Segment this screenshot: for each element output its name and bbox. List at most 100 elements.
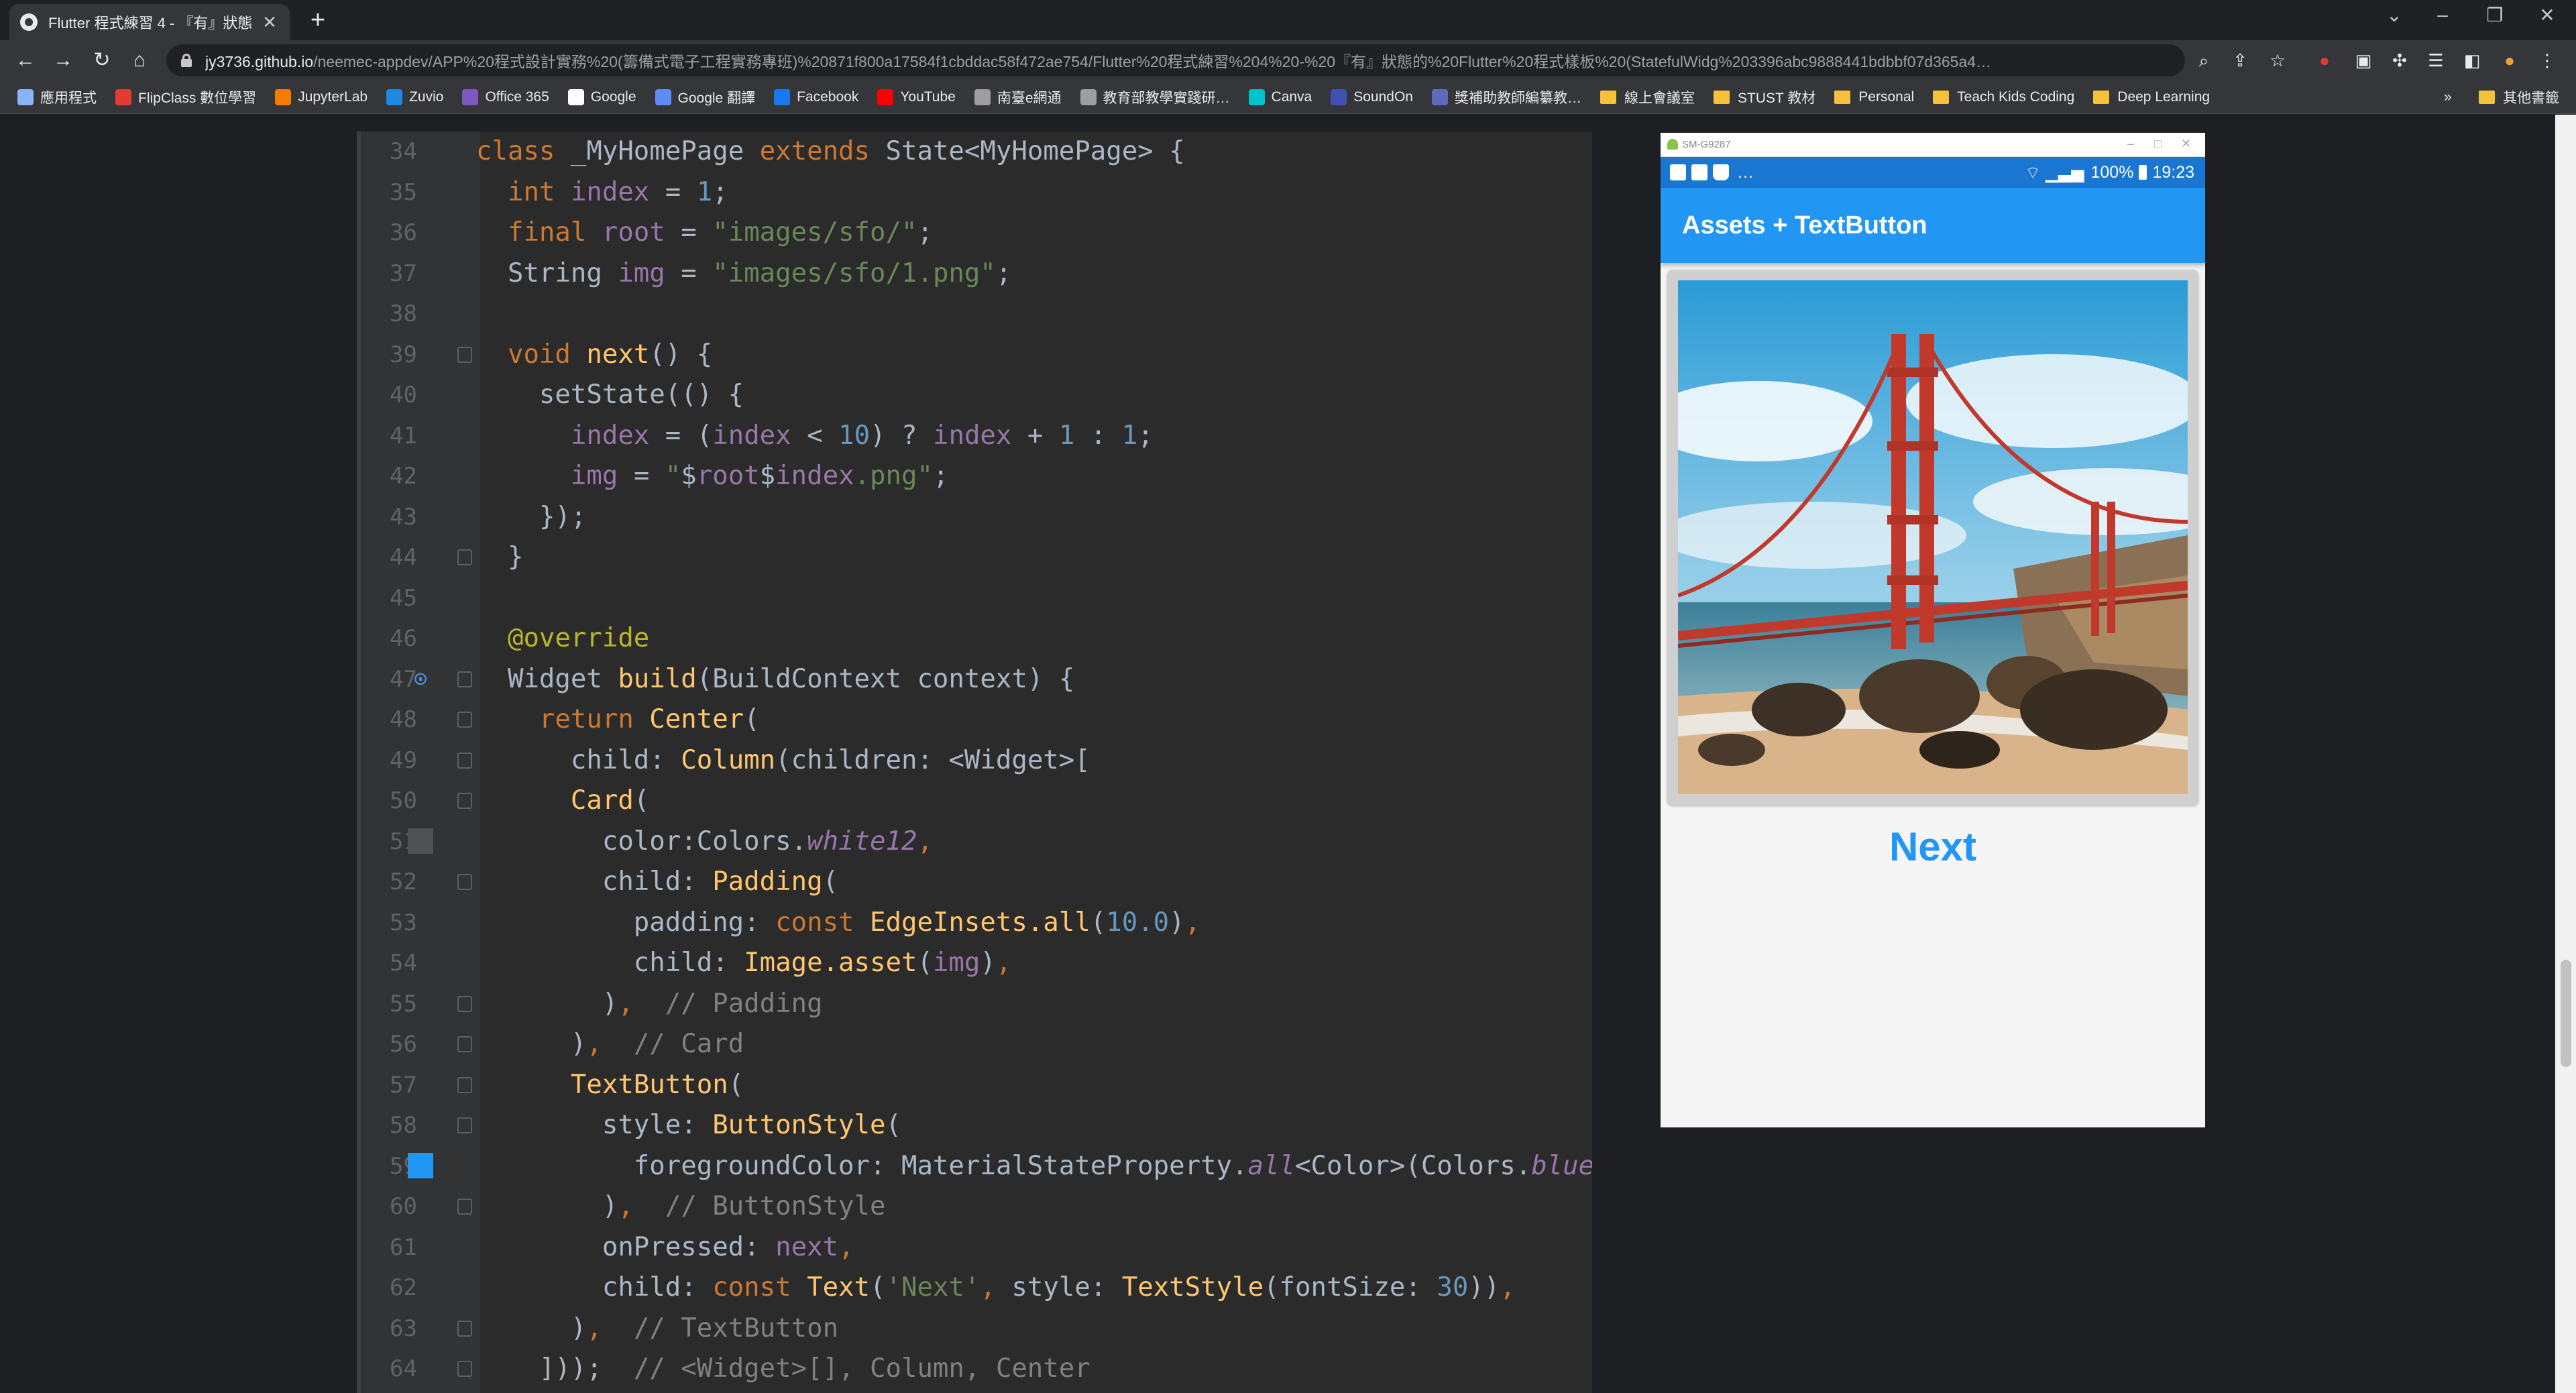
bookmark-favicon-icon [655,89,671,105]
bookmark-favicon-icon [774,89,791,105]
browser-tab[interactable]: Flutter 程式練習 4 - 『有』狀態… ✕ [9,4,290,40]
forward-icon[interactable]: → [50,47,76,74]
menu-kebab-icon[interactable]: ⋮ [2535,48,2559,72]
battery-icon [2139,165,2147,180]
bookmark-folder[interactable]: Deep Learning [2093,89,2210,105]
share-icon[interactable]: ⇪ [2228,48,2252,72]
bookmark-favicon-icon [1331,89,1347,105]
bookmark-favicon-icon [567,89,584,105]
reload-icon[interactable]: ↻ [89,47,115,74]
other-bookmarks-folder[interactable]: 其他書籤 [2479,80,2559,114]
address-bar[interactable]: jy3736.github.io/neemec-appdev/APP%20程式設… [166,44,2185,76]
code-line: 44 } [357,537,1592,577]
bookmark-item[interactable]: YouTube [877,89,956,105]
code-line: 40 setState(() { [357,375,1592,415]
bookmark-folder[interactable]: 線上會議室 [1600,87,1695,107]
folder-icon [1834,90,1851,104]
code-line: 59 foregroundColor: MaterialStatePropert… [357,1146,1592,1186]
folder-icon [1600,90,1616,104]
code-line: 50 Card( [357,781,1592,821]
bookmark-item[interactable]: 南臺e網通 [974,87,1062,107]
lock-icon[interactable] [181,54,192,67]
fold-marker-icon [457,671,472,687]
bookmark-item[interactable]: Canva [1248,89,1312,105]
bookmarks-bar: 應用程式 FlipClass 數位學習 JupyterLab Zuvio Office … [0,80,2576,114]
emulator-minimize-icon[interactable]: – [2127,137,2134,151]
back-icon[interactable]: ← [12,47,39,74]
profile-avatar-icon[interactable]: ● [2498,48,2522,72]
bookmark-item[interactable]: Zuvio [386,89,443,105]
bookmark-item[interactable]: FlipClass 數位學習 [115,87,256,107]
code-text: TextButton( [570,1069,744,1100]
line-number: 44 [390,544,417,571]
bookmark-item[interactable]: 應用程式 [17,87,97,107]
code-text: child: Padding( [476,867,839,897]
android-icon [1667,139,1678,150]
code-text: color:Colors.white12, [476,826,933,856]
home-icon[interactable]: ⌂ [126,47,153,74]
bookmark-folder[interactable]: Personal [1834,89,1914,105]
line-number: 64 [390,1355,417,1382]
code-line: 54 child: Image.asset(img), [357,943,1592,983]
extension-square-icon[interactable]: ▣ [2351,48,2375,72]
next-button[interactable]: Next [1852,810,2013,884]
bookmarks-more-button[interactable]: » [2444,80,2452,114]
code-text: ), // Card [476,1029,744,1059]
bookmark-item[interactable]: Google [567,89,636,105]
tab-search-icon[interactable]: ⌄ [2374,4,2414,26]
app-bar: Assets + TextButton [1661,188,2205,263]
other-bookmarks-label: 其他書籤 [2503,91,2559,106]
bookmark-item[interactable]: JupyterLab [275,89,368,105]
bookmark-folder[interactable]: Teach Kids Coding [1933,89,2074,105]
code-line: 60 ), // ButtonStyle [357,1186,1592,1227]
close-tab-icon[interactable]: ✕ [260,12,279,33]
code-line: 41 index = (index < 10) ? index + 1 : 1; [357,416,1592,456]
reading-list-icon[interactable]: ☰ [2424,48,2448,72]
emulator-maximize-icon[interactable]: □ [2154,137,2162,151]
bookmark-star-icon[interactable]: ☆ [2265,48,2290,72]
phone-emulator: SM-G9287 – □ ✕ … ⌔ ▁▃▅ 100% 19:23 Assets… [1661,133,2205,1127]
code-text: return Center( [539,704,760,734]
bookmark-label: Google [590,89,636,105]
bookmark-item[interactable]: 獎補助教師編纂教… [1431,87,1581,107]
code-text: img = "$root$index.png"; [570,461,949,491]
bookmark-label: Office 365 [485,89,549,105]
url-text: jy3736.github.io/neemec-appdev/APP%20程式設… [205,53,1992,70]
minimize-icon[interactable]: – [2422,4,2463,25]
emulator-title-bar: SM-G9287 – □ ✕ [1661,133,2205,157]
fold-marker-icon [457,793,472,809]
code-line: 52 child: Padding( [357,862,1592,902]
scrollbar-thumb[interactable] [2561,960,2571,1067]
bookmark-folder-label: Teach Kids Coding [1957,89,2075,105]
bookmark-item[interactable]: Facebook [774,89,858,105]
emulator-close-icon[interactable]: ✕ [2181,137,2191,151]
bookmark-item[interactable]: Office 365 [462,89,549,105]
bookmark-item[interactable]: SoundOn [1331,89,1413,105]
side-panel-icon[interactable]: ◧ [2460,48,2484,72]
line-number: 45 [390,584,417,612]
line-number: 39 [390,341,417,368]
notification-icon [1670,164,1686,180]
code-line: 35 int index = 1; [357,172,1592,213]
zoom-icon[interactable]: ⌕ [2192,48,2216,72]
code-text: index = (index < 10) ? index + 1 : 1; [570,420,1154,451]
code-line: 34 class _MyHomePage extends State<MyHome… [357,131,1592,172]
code-text: } [476,542,524,572]
bookmark-favicon-icon [17,89,34,105]
bookmark-item[interactable]: 教育部教學實踐研… [1080,87,1230,107]
line-number: 38 [390,300,417,327]
new-tab-button[interactable]: + [303,7,333,36]
restore-icon[interactable]: ❐ [2475,4,2515,26]
ublock-extension-icon[interactable]: ● [2312,48,2337,72]
bookmark-item[interactable]: Google 翻譯 [655,87,755,107]
close-window-icon[interactable]: ✕ [2527,4,2567,26]
page-scrollbar[interactable] [2555,115,2576,1393]
bookmark-label: Zuvio [409,89,444,105]
extensions-puzzle-icon[interactable]: ✣ [2388,48,2412,72]
line-number: 56 [390,1031,417,1058]
bookmark-folder[interactable]: STUST 教材 [1713,87,1815,107]
code-line: 55 ), // Padding [357,984,1592,1024]
code-text: int index = 1; [507,176,728,207]
folder-icon [2479,91,2495,104]
color-swatch-icon [408,1152,433,1178]
